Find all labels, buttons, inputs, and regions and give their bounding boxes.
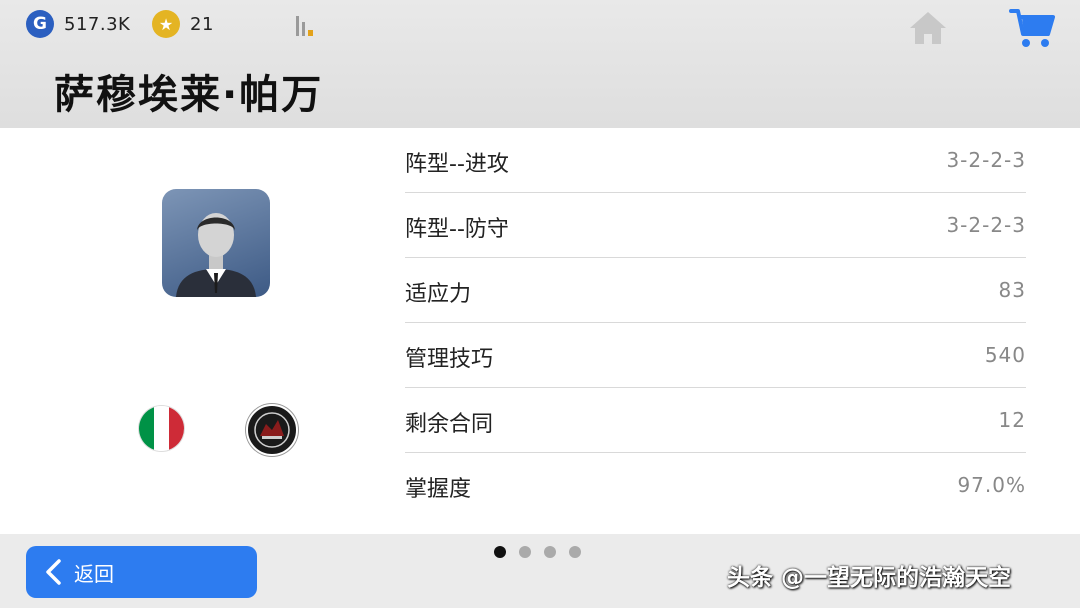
home-icon: [910, 12, 946, 44]
gp-value: 517.3K: [64, 13, 131, 35]
page-dot-1[interactable]: [494, 546, 506, 558]
stat-value: 3-2-2-3: [946, 148, 1026, 172]
page-dot-3[interactable]: [544, 546, 556, 558]
chevron-left-icon: [46, 559, 61, 585]
bottom-bar: 返回 头条 @一望无际的浩瀚天空: [0, 534, 1080, 608]
page-dot-2[interactable]: [519, 546, 531, 558]
top-bar: G 517.3K ★ 21 萨穆埃莱·帕万: [0, 0, 1080, 128]
coin-icon: ★: [152, 10, 180, 38]
stat-row-adaptability: 适应力 83: [405, 258, 1026, 323]
home-button[interactable]: [906, 8, 950, 48]
page-dot-4[interactable]: [569, 546, 581, 558]
manager-name: 萨穆埃莱·帕万: [54, 72, 324, 118]
cart-button[interactable]: [1008, 6, 1058, 50]
stat-row-attack-formation: 阵型--进攻 3-2-2-3: [405, 128, 1026, 193]
back-button-label: 返回: [74, 561, 114, 586]
club-logo-icon: [246, 404, 298, 456]
coin-value: 21: [190, 13, 214, 35]
stat-row-proficiency: 掌握度 97.0%: [405, 453, 1026, 517]
stat-row-management-skill: 管理技巧 540: [405, 323, 1026, 388]
stats-list: 阵型--进攻 3-2-2-3 阵型--防守 3-2-2-3 适应力 83 管理技…: [405, 128, 1026, 517]
back-button[interactable]: 返回: [26, 546, 257, 598]
stat-value: 83: [998, 278, 1026, 302]
page-indicator[interactable]: [494, 546, 594, 558]
cart-icon: [1009, 9, 1055, 47]
signal-icon: [296, 14, 320, 36]
g-points-icon: G: [26, 10, 54, 38]
coin-counter: ★ 21: [152, 10, 214, 38]
italy-flag-icon: [139, 406, 184, 451]
stat-label: 剩余合同: [405, 412, 494, 437]
stat-row-defense-formation: 阵型--防守 3-2-2-3: [405, 193, 1026, 258]
stat-value: 540: [984, 343, 1026, 367]
stat-label: 管理技巧: [405, 347, 494, 372]
watermark-text: 头条 @一望无际的浩瀚天空: [727, 565, 1012, 591]
manager-detail-panel: 阵型--进攻 3-2-2-3 阵型--防守 3-2-2-3 适应力 83 管理技…: [0, 128, 1080, 534]
manager-avatar: [162, 189, 270, 297]
stat-value: 97.0%: [957, 473, 1026, 497]
gp-counter: G 517.3K: [26, 10, 130, 38]
stat-label: 适应力: [405, 282, 472, 307]
stat-label: 阵型--进攻: [405, 152, 509, 177]
stat-label: 阵型--防守: [405, 217, 509, 242]
stat-value: 3-2-2-3: [946, 213, 1026, 237]
stat-label: 掌握度: [405, 477, 472, 502]
stat-value: 12: [998, 408, 1026, 432]
stat-row-contract-remaining: 剩余合同 12: [405, 388, 1026, 453]
